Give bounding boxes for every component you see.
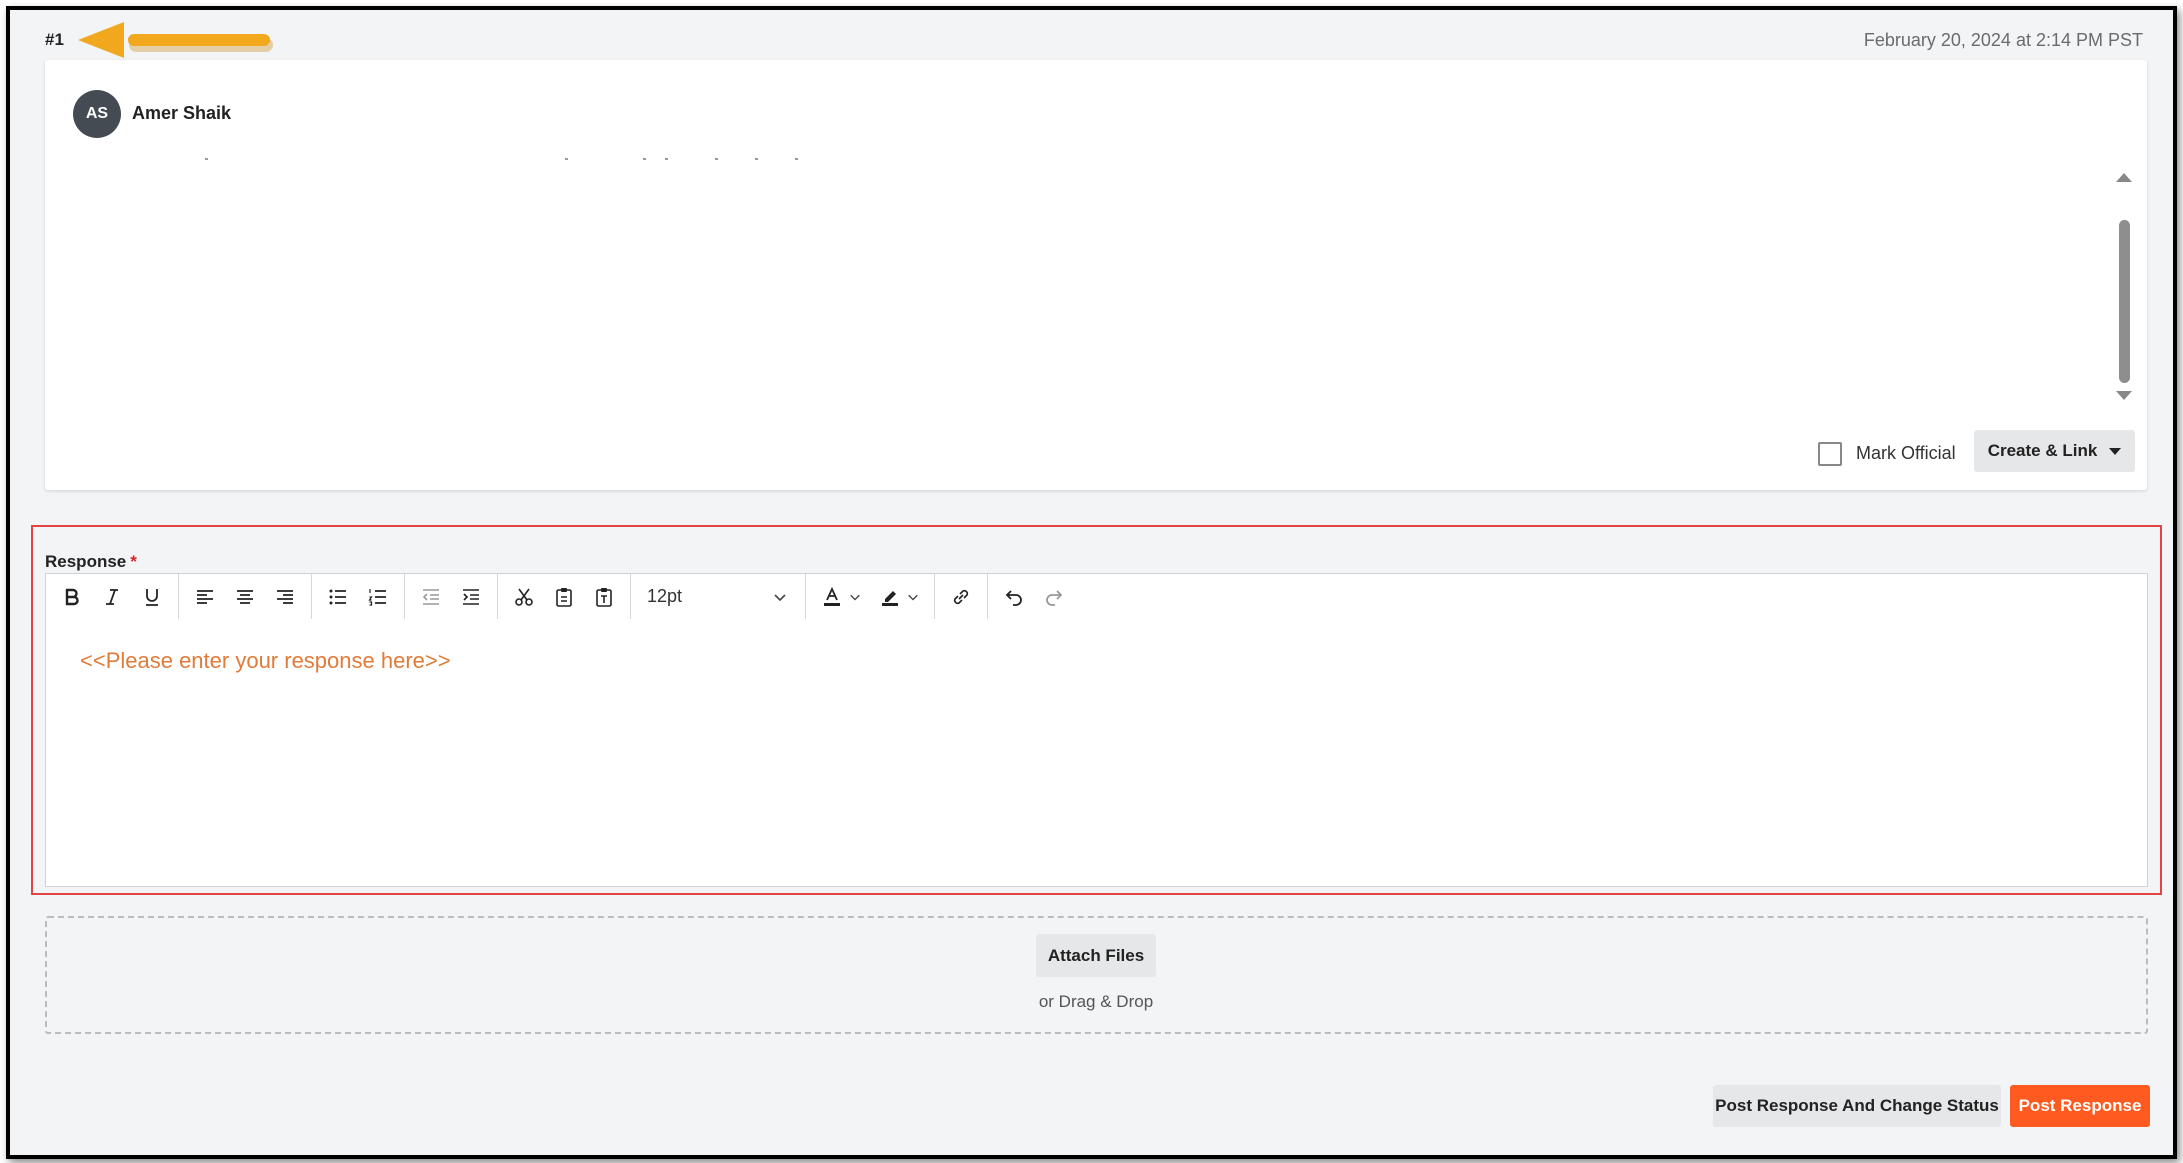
- numbered-list-button[interactable]: [358, 579, 398, 615]
- italic-button[interactable]: [92, 579, 132, 615]
- response-placeholder: <<Please enter your response here>>: [80, 648, 451, 673]
- indent-icon: [463, 588, 479, 605]
- underline-icon: [146, 588, 158, 606]
- scroll-up-icon[interactable]: [2116, 173, 2132, 182]
- italic-icon: [106, 588, 118, 605]
- required-marker: *: [130, 552, 137, 571]
- align-center-icon: [237, 589, 253, 604]
- create-link-button[interactable]: Create & Link: [1974, 430, 2135, 472]
- indent-button[interactable]: [451, 579, 491, 615]
- response-label: Response *: [45, 552, 137, 572]
- drag-drop-hint: or Drag & Drop: [1038, 992, 1154, 1011]
- link-group: [935, 574, 988, 619]
- paste-text-icon: [596, 587, 612, 607]
- mark-official-checkbox[interactable]: [1818, 442, 1842, 466]
- post-number: #1: [45, 30, 64, 49]
- link-icon: [953, 589, 969, 604]
- attach-files-button[interactable]: Attach Files: [1036, 934, 1156, 977]
- author-name: Amer Shaik: [132, 103, 232, 123]
- list-group: [312, 574, 405, 619]
- align-group: [179, 574, 312, 619]
- chevron-down-icon: [908, 594, 918, 601]
- font-size-value: 12pt: [647, 586, 683, 606]
- chevron-down-icon: [850, 594, 860, 601]
- response-label-text: Response: [45, 552, 127, 571]
- highlight-color-button[interactable]: [870, 579, 928, 615]
- link-button[interactable]: [941, 579, 981, 615]
- response-editor[interactable]: <<Please enter your response here>>: [45, 619, 2148, 887]
- scroll-down-icon[interactable]: [2116, 391, 2132, 400]
- font-color-button[interactable]: [812, 579, 870, 615]
- caret-down-icon: [2109, 447, 2122, 455]
- bullet-list-icon: [329, 589, 346, 604]
- undo-icon: [1005, 589, 1022, 606]
- outdent-icon: [422, 588, 439, 605]
- align-center-button[interactable]: [225, 579, 265, 615]
- scrollbar-thumb[interactable]: [2119, 220, 2130, 383]
- post-card: AS Amer Shaik Mark Official Create & Lin…: [45, 60, 2147, 490]
- post-timestamp: February 20, 2024 at 2:14 PM PST: [1863, 30, 2143, 50]
- highlight-color-icon: [882, 590, 898, 606]
- copy-button[interactable]: [544, 579, 584, 615]
- underline-button[interactable]: [132, 579, 172, 615]
- format-group: [46, 574, 179, 619]
- post-response-button[interactable]: Post Response: [2010, 1085, 2150, 1127]
- editor-toolbar: 12pt: [45, 573, 2148, 620]
- align-left-icon: [197, 589, 213, 604]
- align-right-icon: [277, 589, 293, 604]
- font-color-icon: [824, 586, 840, 606]
- redo-icon: [1046, 589, 1063, 606]
- align-left-button[interactable]: [185, 579, 225, 615]
- avatar: AS: [73, 90, 121, 138]
- undo-button[interactable]: [994, 579, 1034, 615]
- cut-icon: [515, 588, 533, 606]
- bullet-list-button[interactable]: [318, 579, 358, 615]
- clipboard-group: [498, 574, 631, 619]
- indent-group: [405, 574, 498, 619]
- clipped-post-text: [155, 158, 855, 162]
- paste-text-button[interactable]: [584, 579, 624, 615]
- history-group: [988, 574, 1080, 619]
- page-frame: #1 February 20, 2024 at 2:14 PM PST AS A…: [6, 6, 2177, 1159]
- create-link-label: Create & Link: [1987, 441, 2098, 460]
- bold-button[interactable]: [52, 579, 92, 615]
- outdent-button[interactable]: [411, 579, 451, 615]
- font-size-group: 12pt: [631, 574, 806, 619]
- font-size-select[interactable]: 12pt: [637, 586, 799, 607]
- copy-icon: [556, 587, 572, 607]
- chevron-down-icon: [774, 593, 786, 601]
- color-group: [806, 574, 935, 619]
- mark-official-label: Mark Official: [1856, 443, 1956, 463]
- redo-button[interactable]: [1034, 579, 1074, 615]
- post-response-change-status-button[interactable]: Post Response And Change Status: [1713, 1085, 2001, 1127]
- align-right-button[interactable]: [265, 579, 305, 615]
- cut-button[interactable]: [504, 579, 544, 615]
- numbered-list-icon: [368, 588, 386, 606]
- bold-icon: [65, 588, 79, 605]
